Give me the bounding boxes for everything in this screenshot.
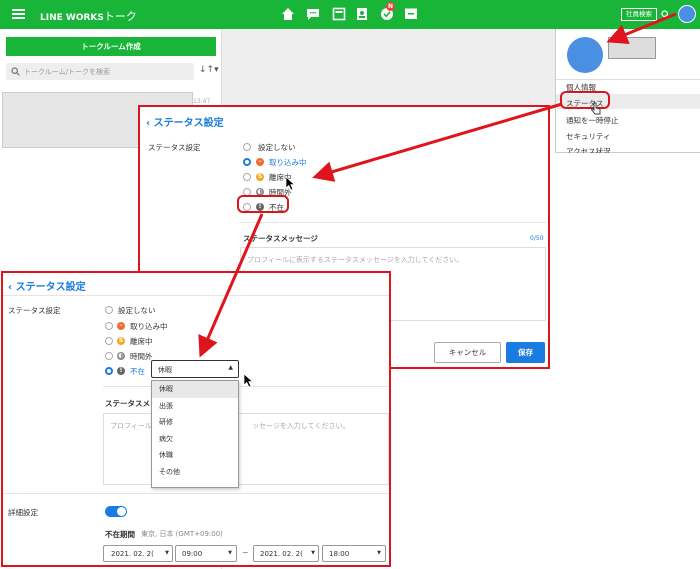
address-book-icon[interactable] <box>355 7 369 21</box>
end-time-value: 18:00 <box>329 550 350 558</box>
range-separator: ~ <box>242 548 249 557</box>
caret-down-icon: ▼ <box>228 550 232 556</box>
busy-icon: – <box>117 322 125 330</box>
start-time-select[interactable]: 09:00 ▼ <box>175 545 237 562</box>
status-setting-label: ステータス設定 <box>148 143 201 152</box>
pointer-cursor-icon <box>243 373 254 388</box>
divider <box>240 222 546 223</box>
timezone-text: 東京, 日本 (GMT+09:00) <box>141 530 223 538</box>
mail-icon[interactable] <box>404 7 418 21</box>
radio-no-status[interactable] <box>243 143 251 151</box>
main-area-background <box>222 29 555 109</box>
hamburger-menu-icon[interactable] <box>12 9 25 19</box>
radio-busy[interactable] <box>243 158 251 166</box>
select-value: 休暇 <box>158 366 172 374</box>
talk-icon[interactable] <box>306 7 320 21</box>
hand-cursor-icon <box>590 102 601 115</box>
radio-away[interactable] <box>105 337 113 345</box>
cancel-button[interactable]: キャンセル <box>434 342 501 363</box>
highlight-absent-option <box>237 195 289 213</box>
dropdown-item-other[interactable]: その他 <box>152 464 238 481</box>
search-icon <box>11 67 20 76</box>
option-label-busy: 取り込み中 <box>269 158 307 167</box>
caret-down-icon: ▼ <box>377 550 381 556</box>
start-date-value: 2021. 02. 2( <box>111 550 154 558</box>
status-message-label: ステータスメ <box>105 399 150 408</box>
app-title: LINE WORKSトーク <box>40 10 137 23</box>
create-talk-room-button[interactable]: トークルーム作成 <box>6 37 216 56</box>
menu-item-pause-notifications[interactable]: 通知を一時停止 <box>566 115 619 126</box>
busy-icon: – <box>256 158 264 166</box>
radio-absent[interactable] <box>105 367 113 375</box>
search-placeholder: トークルーム/トークを検索 <box>24 68 110 76</box>
save-button[interactable]: 保存 <box>506 342 545 363</box>
menu-item-access-status[interactable]: アクセス状況 <box>566 146 611 153</box>
absence-period-label: 不在期間 <box>105 530 135 539</box>
sort-icon[interactable]: ↓↑▾ <box>199 65 219 75</box>
option-label-away: 離席中 <box>130 337 153 346</box>
status-message-label: ステータスメッセージ <box>243 234 318 243</box>
message-placeholder-right: ッセージを入力してください。 <box>252 422 350 430</box>
dropdown-item-sick-leave[interactable]: 病欠 <box>152 431 238 448</box>
message-placeholder: プロフィールに表示するステータスメッセージを入力してください。 <box>247 256 464 264</box>
timestamp: 13:47 <box>193 98 211 105</box>
caret-up-icon: ▲ <box>228 364 233 371</box>
option-label-no-status: 設定しない <box>258 143 296 152</box>
message-placeholder-left: プロフィール <box>110 422 152 430</box>
dropdown-item-vacation[interactable]: 休暇 <box>152 381 238 398</box>
status-setting-label: ステータス設定 <box>8 306 61 315</box>
detail-settings-toggle[interactable] <box>105 506 127 517</box>
absence-reason-dropdown: 休暇 出張 研修 病欠 休職 その他 <box>151 380 239 488</box>
caret-down-icon: ▼ <box>311 550 315 556</box>
off-hours-icon: ◐ <box>117 352 125 360</box>
back-chevron-icon[interactable]: ‹ <box>146 118 154 129</box>
divider <box>3 493 389 494</box>
absence-reason-select[interactable]: 休暇 ▲ <box>151 360 239 378</box>
pointer-cursor-icon <box>285 176 296 191</box>
radio-busy[interactable] <box>105 322 113 330</box>
start-time-value: 09:00 <box>182 550 203 558</box>
radio-no-status[interactable] <box>105 306 113 314</box>
away-icon: S <box>117 337 125 345</box>
option-label-no-status: 設定しない <box>118 306 156 315</box>
notification-badge: N <box>386 2 395 11</box>
option-label-off-hours: 時間外 <box>130 352 153 361</box>
radio-off-hours[interactable] <box>105 352 113 360</box>
board-icon[interactable] <box>332 7 346 21</box>
option-label-busy: 取り込み中 <box>130 322 168 331</box>
char-count: 0/50 <box>530 235 544 242</box>
divider <box>3 295 389 296</box>
panel-title: ‹ ステータス設定 <box>8 282 86 293</box>
status-settings-panel-2: ‹ ステータス設定 ステータス設定 設定しない – 取り込み中 S 離席中 ◐ … <box>1 271 391 567</box>
menu-item-security[interactable]: セキュリティ <box>566 131 611 142</box>
detail-settings-label: 詳細設定 <box>8 508 38 517</box>
profile-photo <box>567 37 603 73</box>
absent-icon: ! <box>117 367 125 375</box>
end-date-value: 2021. 02. 2( <box>260 550 303 558</box>
profile-name-placeholder <box>608 37 656 59</box>
search-icon[interactable] <box>661 10 670 19</box>
employee-search-button[interactable]: 社員検索 <box>621 8 657 21</box>
highlight-status-menu <box>560 91 610 109</box>
option-label-absent: 不在 <box>130 367 145 376</box>
talk-search-input[interactable]: トークルーム/トークを検索 <box>6 63 194 80</box>
app-header: LINE WORKSトーク N 社員検索 <box>0 0 700 29</box>
dropdown-item-leave-of-absence[interactable]: 休職 <box>152 447 238 464</box>
caret-down-icon: ▼ <box>165 550 169 556</box>
end-date-select[interactable]: 2021. 02. 2( ▼ <box>253 545 319 562</box>
dropdown-item-training[interactable]: 研修 <box>152 414 238 431</box>
home-icon[interactable] <box>281 7 295 21</box>
divider <box>556 79 700 80</box>
start-date-select[interactable]: 2021. 02. 2( ▼ <box>103 545 173 562</box>
status-message-textarea[interactable]: プロフィール ッセージを入力してください。 <box>103 413 389 485</box>
back-chevron-icon[interactable]: ‹ <box>8 282 16 293</box>
user-avatar[interactable] <box>678 5 696 23</box>
panel-title: ‹ ステータス設定 <box>146 118 224 129</box>
end-time-select[interactable]: 18:00 ▼ <box>322 545 386 562</box>
radio-away[interactable] <box>243 173 251 181</box>
dropdown-item-business-trip[interactable]: 出張 <box>152 398 238 415</box>
away-icon: S <box>256 173 264 181</box>
